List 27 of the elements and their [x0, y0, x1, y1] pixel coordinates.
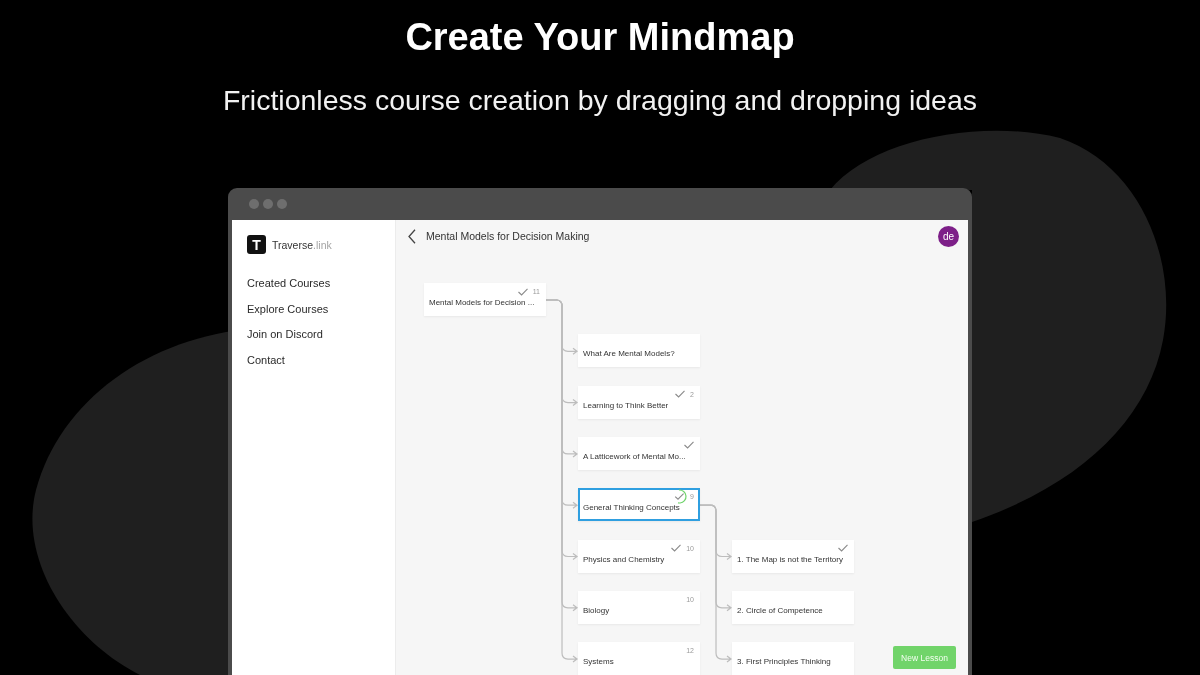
node-title: Learning to Think Better	[583, 399, 669, 412]
page-subtitle: Frictionless course creation by dragging and dropping ideas	[222, 84, 978, 116]
mindmap-node[interactable]: 1. The Map is not the Territory	[732, 539, 854, 573]
node-title: General Thinking Concepts	[583, 502, 680, 515]
node-title: What Are Mental Models?	[583, 348, 675, 361]
back-chevron-icon[interactable]	[408, 228, 416, 244]
nav-link[interactable]: Contact	[247, 352, 285, 367]
node-title: Biology	[583, 604, 610, 617]
node-title: Systems	[583, 656, 614, 669]
node-title: 3. First Principles Thinking	[737, 656, 831, 669]
user-avatar[interactable]: de	[938, 225, 959, 247]
course-title: Mental Models for Decision Making	[426, 230, 591, 242]
node-title: A Latticework of Mental Mo...	[583, 450, 686, 463]
node-title: 2. Circle of Competence	[737, 604, 823, 617]
node-title: 1. The Map is not the Territory	[737, 553, 843, 566]
page-title: Create Your Mindmap	[405, 15, 795, 60]
mindmap-node[interactable]: What Are Mental Models?	[578, 334, 700, 368]
node-title: Physics and Chemistry	[583, 553, 665, 566]
brand-name: Traverse.link	[272, 238, 332, 251]
nav-link[interactable]: Join on Discord	[247, 327, 323, 342]
mindmap-node[interactable]: A Latticework of Mental Mo...	[578, 436, 700, 470]
logo-mark: T	[247, 235, 266, 254]
node-title: Mental Models for Decision ...	[429, 297, 535, 309]
nav-link[interactable]: Created Courses	[247, 276, 331, 290]
mindmap-node[interactable]: 2. Circle of Competence	[732, 590, 854, 624]
mindmap-node[interactable]: 3. First Principles Thinking	[732, 642, 854, 675]
nav-link[interactable]: Explore Courses	[247, 301, 329, 316]
